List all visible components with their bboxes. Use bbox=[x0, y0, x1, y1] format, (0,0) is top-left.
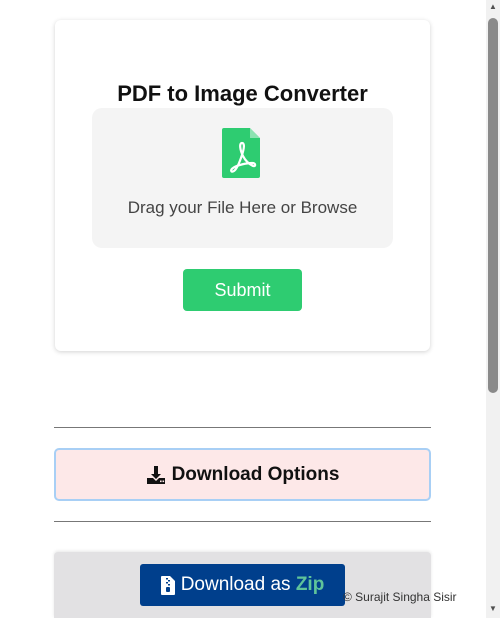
download-zip-panel: Download as Zip bbox=[54, 552, 431, 618]
scroll-up-icon[interactable]: ▲ bbox=[488, 2, 498, 12]
zip-file-icon bbox=[160, 575, 175, 595]
pdf-file-icon bbox=[222, 128, 260, 178]
divider bbox=[54, 427, 431, 428]
download-zip-prefix: Download as bbox=[180, 574, 296, 595]
submit-button[interactable]: Submit bbox=[183, 269, 302, 311]
converter-card: PDF to Image Converter Drag your File He… bbox=[55, 20, 430, 351]
page-title: PDF to Image Converter bbox=[117, 81, 368, 106]
scroll-thumb[interactable] bbox=[488, 18, 498, 393]
vertical-scrollbar[interactable]: ▲ ▼ bbox=[486, 0, 500, 618]
scroll-down-icon[interactable]: ▼ bbox=[488, 604, 498, 614]
download-options-label: Download Options bbox=[171, 463, 340, 485]
download-icon bbox=[146, 465, 165, 484]
zip-highlight: Zip bbox=[295, 574, 325, 595]
file-dropzone[interactable]: Drag your File Here or Browse bbox=[92, 108, 393, 248]
download-options-button[interactable]: Download Options bbox=[54, 448, 431, 501]
divider bbox=[54, 521, 431, 522]
dropzone-text: Drag your File Here or Browse bbox=[127, 198, 358, 217]
copyright-text: © Surajit Singha Sisir bbox=[343, 590, 457, 604]
download-zip-label: Download as Zip bbox=[181, 574, 325, 596]
download-zip-button[interactable]: Download as Zip bbox=[140, 564, 345, 606]
